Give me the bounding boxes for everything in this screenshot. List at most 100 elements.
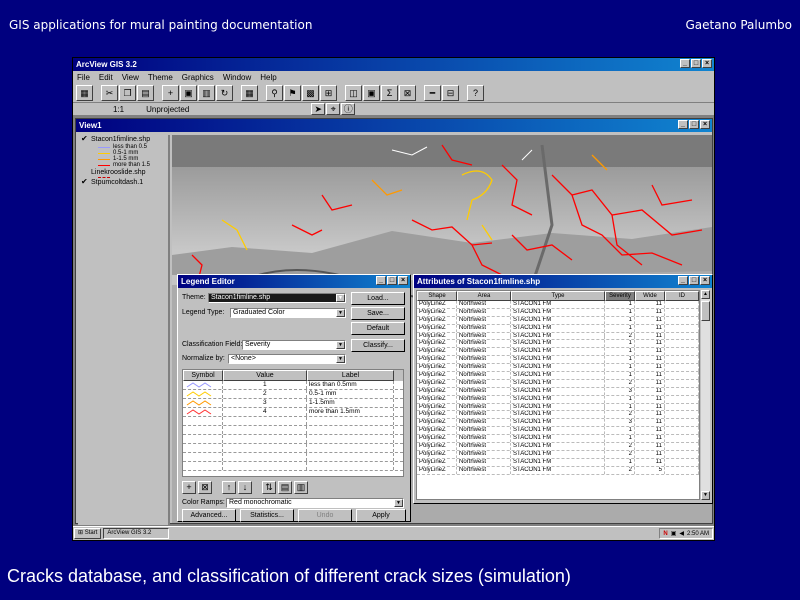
attributes-maximize-icon[interactable]: □ [689,276,699,285]
legend-class-label[interactable]: more than 1.5mm [307,408,394,416]
table-row[interactable]: PolyLineZ Northwest STACON1 FM 1 11 [417,356,699,365]
toc-theme[interactable]: ✔ Stacon1fimline.shp [78,135,168,144]
legend-close-icon[interactable]: × [398,276,408,285]
toc-theme[interactable]: ✔ Stpumcoltdash.1 [78,178,168,187]
classify-button[interactable]: Classify... [351,339,405,352]
cut-icon[interactable]: ✂ [101,84,118,101]
save-button[interactable]: Save... [351,307,405,320]
symbol-palette-icon[interactable]: ▤ [278,481,292,494]
legend-minimize-icon[interactable]: _ [376,276,386,285]
column-header-area[interactable]: Area [457,291,511,301]
view-close-icon[interactable]: × [700,120,710,129]
menu-theme[interactable]: Theme [148,73,173,82]
table-row[interactable]: PolyLineZ Northwest STACON1 FM 2 11 [417,411,699,420]
legend-class-value[interactable]: 2 [223,390,307,398]
chevron-down-icon[interactable]: ▼ [336,309,345,317]
add-theme-icon[interactable]: + [162,84,179,101]
legend-symbol[interactable] [183,381,223,389]
view-maximize-icon[interactable]: □ [689,120,699,129]
table-row[interactable]: PolyLineZ Northwest STACON1 FM 1 11 [417,301,699,309]
edit-legend-icon[interactable]: ▥ [198,84,215,101]
table-row[interactable]: PolyLineZ Northwest STACON1 FM 3 11 [417,387,699,396]
classification-field-select[interactable]: Severity ▼ [242,340,346,350]
table-row[interactable]: PolyLineZ Northwest STACON1 FM 1 11 [417,316,699,325]
table-row[interactable]: PolyLineZ Northwest STACON1 FM 1 11 [417,340,699,349]
tray-volume-icon[interactable]: ◀ [679,530,684,537]
attributes-close-icon[interactable]: × [700,276,710,285]
legend-class-value[interactable]: 4 [223,408,307,416]
table-row[interactable]: PolyLineZ Northwest STACON1 FM 1 11 [417,348,699,357]
table-row[interactable]: PolyLineZ Northwest STACON1 FM 1 11 [417,372,699,380]
table-row[interactable]: PolyLineZ Northwest STACON1 FM 2 11 [417,450,699,459]
column-header-severity[interactable]: Severity [605,291,635,301]
delete-class-icon[interactable]: ⊠ [198,481,212,494]
save-project-icon[interactable]: ▦ [76,84,93,101]
zoom-in-icon[interactable]: ⊠ [399,84,416,101]
locate-address-icon[interactable]: ⚑ [284,84,301,101]
sum-icon[interactable]: Σ [381,84,398,101]
maximize-icon[interactable]: □ [691,59,701,68]
table-row[interactable]: PolyLineZ Northwest STACON1 FM 1 11 [417,308,699,317]
find-icon[interactable]: ⚲ [266,84,283,101]
zoom-to-themes-icon[interactable]: ◫ [345,84,362,101]
scroll-thumb[interactable] [701,301,710,321]
attributes-minimize-icon[interactable]: _ [678,276,688,285]
column-header-label[interactable]: Label [307,370,394,381]
menu-window[interactable]: Window [223,73,251,82]
pointer-icon[interactable]: ➤ [311,103,326,115]
legend-class-value[interactable]: 1 [223,381,307,389]
table-row[interactable]: PolyLineZ Northwest STACON1 FM 1 11 [417,435,699,444]
copy-icon[interactable]: ❐ [119,84,136,101]
default-button[interactable]: Default [351,322,405,335]
table-row[interactable]: PolyLineZ Northwest STACON1 FM 1 11 [417,427,699,436]
zoom-out-icon[interactable]: ━ [424,84,441,101]
load-button[interactable]: Load... [351,292,405,305]
attributes-vertical-scrollbar[interactable]: ▲ ▼ [701,290,710,500]
menu-view[interactable]: View [122,73,139,82]
chevron-down-icon[interactable]: ▼ [394,499,403,507]
checkbox-checked-icon[interactable]: ✔ [81,135,88,143]
legend-class-row[interactable]: 4 more than 1.5mm [183,408,403,417]
tray-app-icon[interactable]: N [663,531,667,537]
scroll-up-icon[interactable]: ▲ [701,290,710,299]
checkbox-unchecked-icon[interactable] [81,169,88,176]
clear-selected-icon[interactable]: ⊟ [442,84,459,101]
start-button[interactable]: ⊞ Start [74,528,102,539]
legend-symbol[interactable] [183,399,223,407]
column-header-shape[interactable]: Shape [417,291,457,301]
add-class-icon[interactable]: + [182,481,196,494]
table-row[interactable]: PolyLineZ Northwest STACON1 FM 2 11 [417,379,699,388]
apply-button[interactable]: Apply [356,509,406,522]
table-row[interactable]: PolyLineZ Northwest STACON1 FM 1 11 [417,458,699,467]
help-icon[interactable]: ? [467,84,484,101]
zoom-to-selected-icon[interactable]: ▣ [363,84,380,101]
menu-graphics[interactable]: Graphics [182,73,214,82]
close-icon[interactable]: × [702,59,712,68]
legend-maximize-icon[interactable]: □ [387,276,397,285]
column-header-value[interactable]: Value [223,370,307,381]
legend-class-row[interactable]: 3 1-1.5mm [183,399,403,408]
zoom-to-full-extent-icon[interactable]: ⊞ [320,84,337,101]
legend-symbol[interactable] [183,390,223,398]
chevron-down-icon[interactable]: ▼ [336,294,345,302]
menu-edit[interactable]: Edit [99,73,113,82]
column-header-id[interactable]: ID [665,291,699,301]
undo-button[interactable]: Undo [298,509,352,522]
minimize-icon[interactable]: _ [680,59,690,68]
flip-symbols-icon[interactable]: ⇅ [262,481,276,494]
table-row[interactable]: PolyLineZ Northwest STACON1 FM 1 11 [417,324,699,333]
toc-theme[interactable]: Linekrooslide.shp [78,168,168,177]
chevron-down-icon[interactable]: ▼ [336,355,345,363]
query-builder-icon[interactable]: ▩ [302,84,319,101]
theme-select[interactable]: Stacon1fimline.shp ▼ [208,293,346,303]
legend-class-label[interactable]: 1-1.5mm [307,399,394,407]
column-header-symbol[interactable]: Symbol [183,370,223,381]
column-header-type[interactable]: Type [511,291,605,301]
paste-icon[interactable]: ▤ [137,84,154,101]
tray-network-icon[interactable]: ▣ [671,530,677,537]
open-table-icon[interactable]: ▦ [241,84,258,101]
table-row[interactable]: PolyLineZ Northwest STACON1 FM 2 11 [417,332,699,341]
task-arcview-button[interactable]: ArcView GIS 3.2 [103,528,170,539]
legend-symbol[interactable] [183,408,223,416]
legend-class-value[interactable]: 3 [223,399,307,407]
